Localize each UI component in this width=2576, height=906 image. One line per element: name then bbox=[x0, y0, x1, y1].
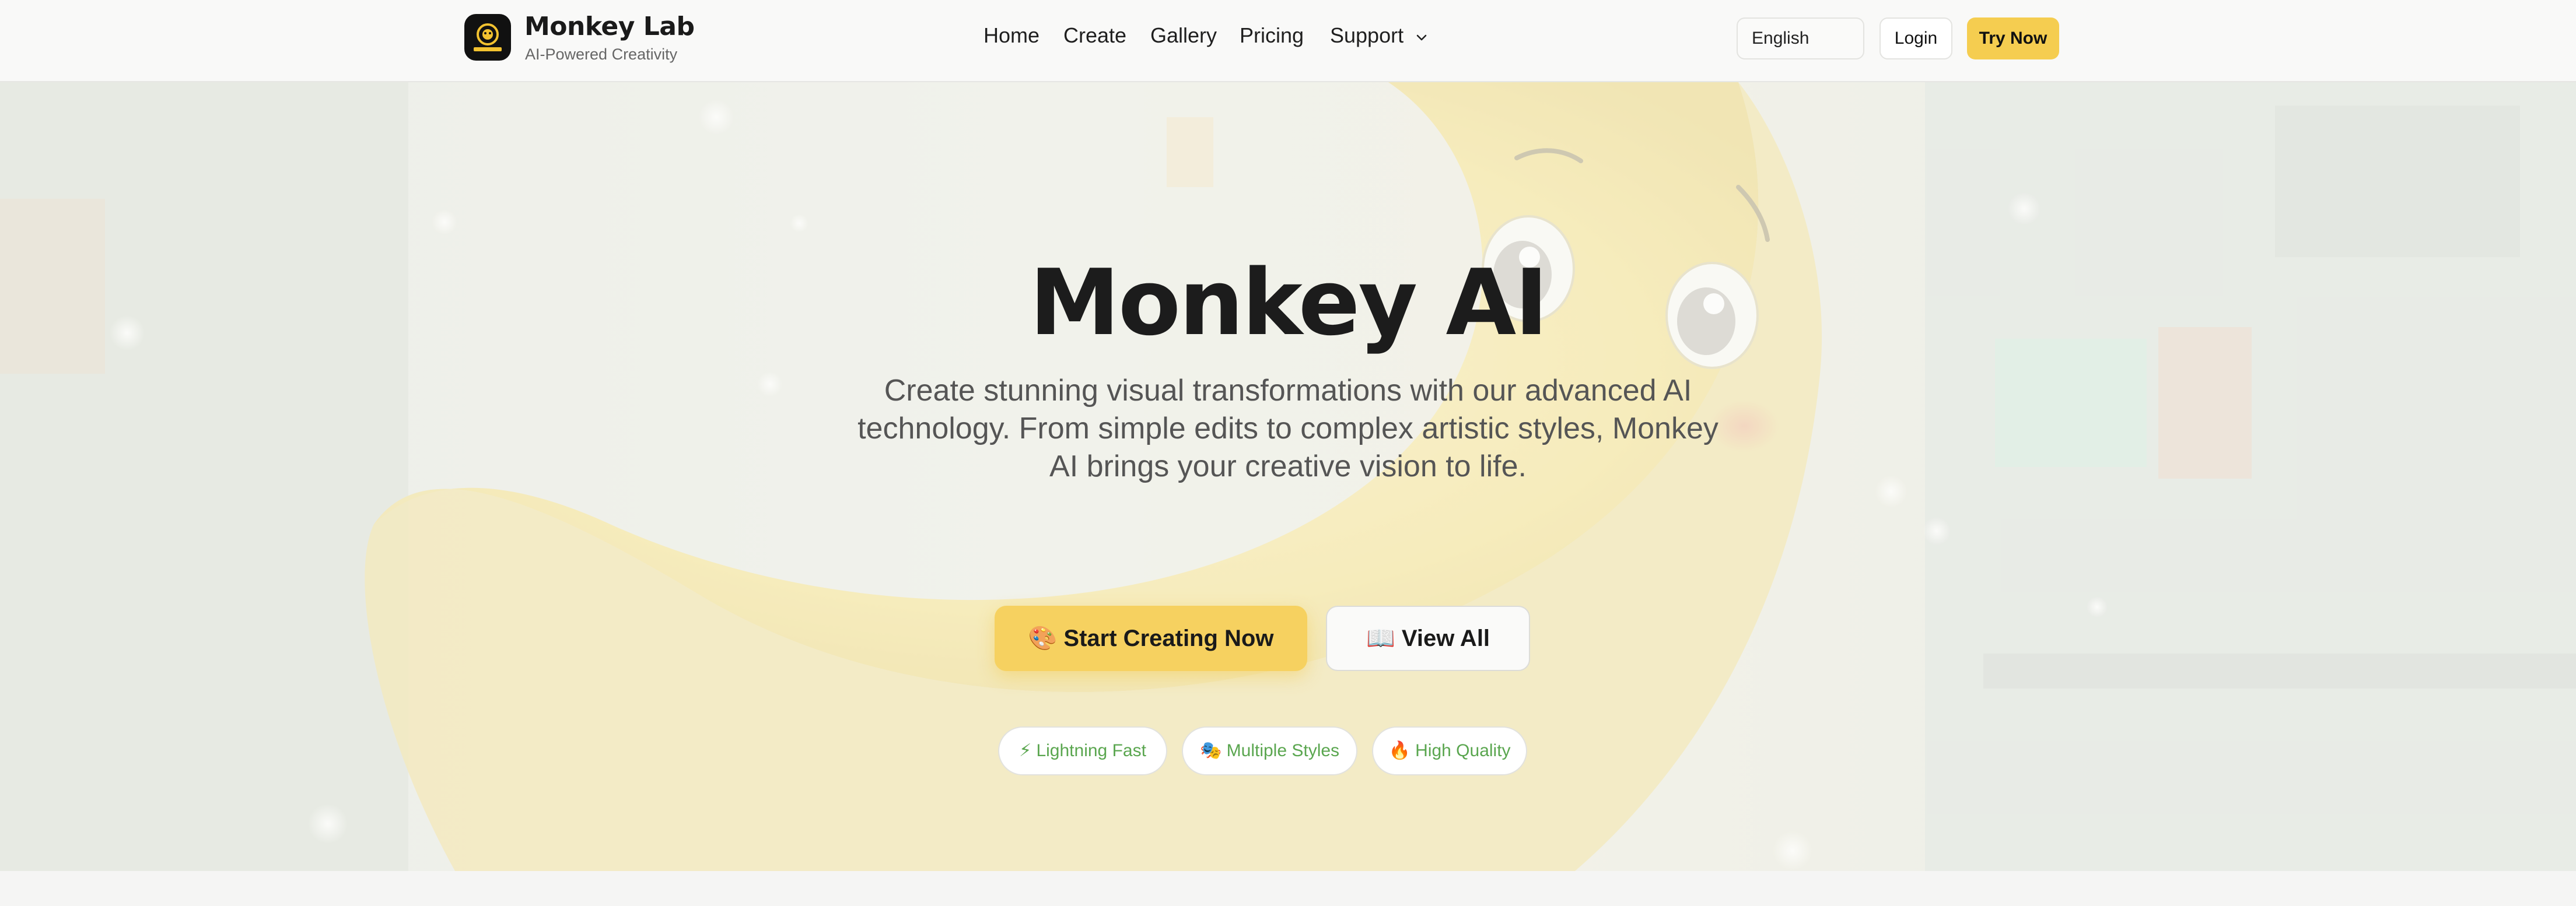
nav-support-label: Support bbox=[1330, 23, 1404, 47]
start-creating-button[interactable]: 🎨 Start Creating Now bbox=[995, 606, 1307, 671]
nav-create[interactable]: Create bbox=[1063, 23, 1126, 48]
nav-support[interactable]: Support bbox=[1330, 23, 1428, 49]
nav-home[interactable]: Home bbox=[984, 23, 1040, 48]
next-section-strip bbox=[0, 871, 2576, 906]
hero-title: Monkey AI bbox=[1029, 250, 1549, 356]
feature-pill-quality: 🔥 High Quality bbox=[1372, 726, 1527, 775]
monkey-logo-icon[interactable] bbox=[464, 14, 511, 61]
chevron-down-icon bbox=[1415, 24, 1428, 49]
hero-section: Monkey AI Create stunning visual transfo… bbox=[0, 82, 2576, 871]
language-select[interactable]: English bbox=[1737, 17, 1864, 59]
brand-tagline: AI-Powered Creativity bbox=[525, 45, 678, 63]
feature-pill-fast: ⚡ Lightning Fast bbox=[998, 726, 1167, 775]
feature-pill-styles: 🎭 Multiple Styles bbox=[1182, 726, 1357, 775]
login-button[interactable]: Login bbox=[1880, 17, 1952, 59]
try-now-button[interactable]: Try Now bbox=[1967, 17, 2059, 59]
nav-pricing[interactable]: Pricing bbox=[1240, 23, 1304, 48]
hero-description: Create stunning visual transformations w… bbox=[858, 374, 1718, 483]
nav-gallery[interactable]: Gallery bbox=[1150, 23, 1217, 48]
logo-emblem bbox=[474, 23, 502, 51]
view-all-button[interactable]: 📖 View All bbox=[1326, 606, 1530, 671]
brand-name[interactable]: Monkey Lab bbox=[524, 12, 695, 41]
site-header: Monkey Lab AI-Powered Creativity Home Cr… bbox=[0, 0, 2576, 82]
